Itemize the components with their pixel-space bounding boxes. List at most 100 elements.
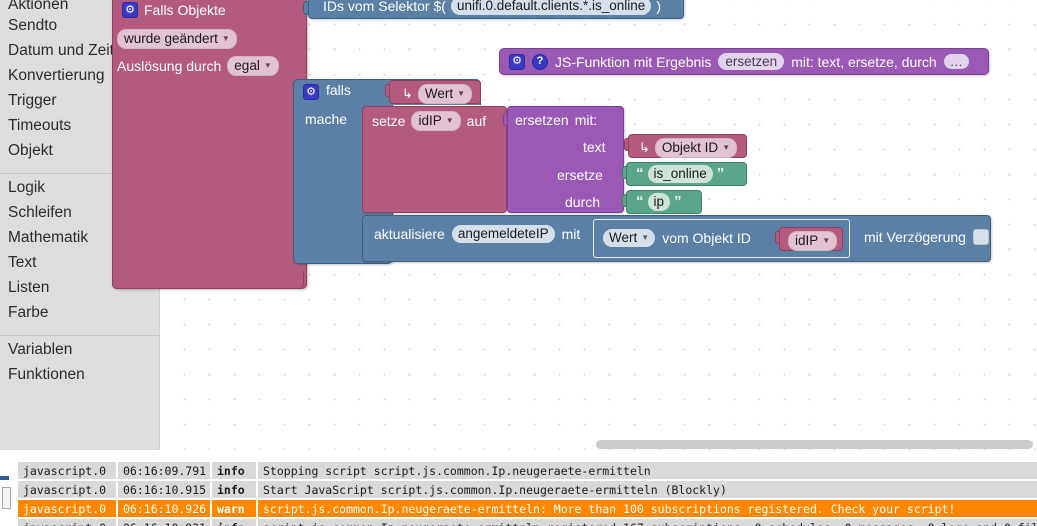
jsfunc-more-button[interactable]: …	[943, 54, 969, 69]
log-source: javascript.0	[18, 519, 116, 526]
blockly-editor-window: Aktionen Sendto Datum und Zeit Konvertie…	[0, 0, 1037, 526]
quote-open-icon: “	[636, 165, 644, 182]
gear-icon[interactable]: ⚙	[122, 2, 138, 18]
gear-icon[interactable]: ⚙	[509, 53, 525, 70]
ersetzen-arg-durch-label: durch	[565, 194, 601, 210]
idip-dropdown[interactable]: idIP ▼	[788, 231, 838, 251]
trigger-change-dropdown[interactable]: wurde geändert ▼	[117, 29, 237, 49]
wert-from-label: vom Objekt ID	[662, 230, 751, 246]
block-wert-condition[interactable]: ↳ Wert ▼	[389, 80, 481, 104]
wert-vom-objekt-row: Wert ▼ vom Objekt ID	[603, 229, 751, 247]
table-row[interactable]: javascript.0 06:16:09.791 info Stopping …	[18, 462, 1037, 481]
table-row[interactable]: javascript.0 06:16:10.915 info Start Jav…	[18, 481, 1037, 500]
chevron-down-icon: ▼	[822, 236, 831, 245]
gear-icon[interactable]: ⚙	[303, 84, 319, 100]
objekt-id-value: Objekt ID	[661, 140, 719, 155]
setze-to-label: auf	[466, 113, 487, 129]
toolbox-separator-2	[0, 325, 159, 336]
aktualisiere-target-text: angemeldeteIP	[457, 226, 549, 241]
chevron-down-icon: ▼	[445, 116, 454, 125]
idip-value: idIP	[795, 233, 819, 248]
toolbox-item-funktionen[interactable]: Funktionen	[0, 362, 159, 387]
return-arrow-icon: ↳	[402, 86, 413, 101]
trigger-cause-dropdown-value: egal	[234, 58, 260, 73]
log-time: 06:16:10.915	[118, 481, 210, 498]
quote-close-icon: ”	[716, 165, 725, 182]
log-source: javascript.0	[18, 462, 116, 479]
setze-row: setze idIP ▼ auf	[372, 111, 486, 131]
log-source: javascript.0	[18, 500, 116, 517]
aktualisiere-with-label: mit	[561, 226, 581, 242]
log-resize-handle[interactable]	[2, 487, 11, 509]
ip-text: ip	[653, 194, 665, 209]
block-ids-vom-selektor[interactable]: IDs vom Selektor $( unifi.0.default.clie…	[308, 0, 684, 19]
objekt-id-content: ↳ Objekt ID ▼	[639, 138, 738, 158]
is-online-text: is_online	[653, 166, 707, 181]
ersetzen-arg-text-label: text	[583, 139, 606, 155]
table-row[interactable]: javascript.0 06:16:10.931 info script.js…	[18, 519, 1037, 526]
toolbox-item-variablen[interactable]: Variablen	[0, 337, 159, 362]
delay-checkbox[interactable]	[972, 229, 989, 245]
selector-prefix-label: IDs vom Selektor $(	[323, 0, 446, 14]
setze-variable-value: idIP	[418, 113, 442, 128]
block-text-ip[interactable]: “ ip ”	[626, 190, 702, 214]
selector-value-text: unifi.0.default.clients.*.is_online	[456, 0, 646, 13]
ip-content: “ ip ”	[636, 193, 682, 211]
trigger-cause-dropdown[interactable]: egal ▼	[227, 56, 279, 76]
chevron-down-icon: ▼	[457, 89, 466, 98]
log-level: info	[212, 519, 256, 526]
block-variable-idip[interactable]: idIP ▼	[779, 227, 843, 251]
block-text-is-online[interactable]: “ is_online ”	[626, 162, 747, 186]
jsfunc-label: JS-Funktion mit Ergebnis	[555, 53, 712, 70]
log-time: 06:16:10.926	[118, 500, 210, 517]
block-falls-objekte-foot	[112, 271, 304, 289]
trigger-change-dropdown-field[interactable]: wurde geändert ▼	[117, 29, 237, 49]
selector-value-field[interactable]: unifi.0.default.clients.*.is_online	[450, 0, 652, 15]
chevron-down-icon: ▼	[722, 143, 731, 152]
wert-kind-value: Wert	[609, 230, 638, 245]
delay-label: mit Verzögerung	[864, 229, 966, 245]
block-falls-objekte-title: Falls Objekte	[144, 2, 226, 18]
wert-content: ↳ Wert ▼	[402, 84, 473, 104]
trigger-cause-row: Auslösung durch egal ▼	[117, 56, 279, 76]
aktualisiere-label: aktualisiere	[374, 226, 445, 242]
jsfunc-name-text: ersetzen	[725, 54, 778, 69]
jsfunc-params-label: mit: text, ersetze, durch	[791, 53, 937, 70]
help-icon[interactable]: ?	[532, 53, 548, 70]
ersetzen-header: ersetzen mit:	[515, 112, 597, 128]
idip-content: idIP ▼	[788, 231, 838, 251]
vertical-scrollbar-indicator[interactable]	[0, 476, 9, 480]
return-arrow-icon: ↳	[639, 140, 650, 155]
log-time: 06:16:10.931	[118, 519, 210, 526]
trigger-change-dropdown-value: wurde geändert	[124, 31, 218, 46]
log-source: javascript.0	[18, 481, 116, 498]
block-objekt-id[interactable]: ↳ Objekt ID ▼	[628, 134, 747, 158]
ip-text-field[interactable]: ip	[647, 193, 671, 211]
log-level: info	[212, 462, 256, 479]
if-block-label: falls	[326, 82, 351, 98]
jsfunc-name-field[interactable]: ersetzen	[718, 53, 785, 70]
objekt-id-dropdown[interactable]: Objekt ID ▼	[654, 138, 738, 158]
block-js-funktion-mit-ergebnis[interactable]: ⚙ ? JS-Funktion mit Ergebnis ersetzen mi…	[499, 48, 989, 75]
log-message: script.js.common.Ip.neugeraete-ermitteln…	[258, 500, 1037, 517]
log-message: Stopping script script.js.common.Ip.neug…	[258, 462, 1037, 479]
setze-variable-dropdown[interactable]: idIP ▼	[411, 111, 461, 131]
table-row[interactable]: javascript.0 06:16:10.926 warn script.js…	[18, 500, 1037, 519]
log-level: info	[212, 481, 256, 498]
wert-kind-dropdown[interactable]: Wert ▼	[603, 229, 656, 247]
log-message: script.js.common.Ip.neugeraete-ermitteln…	[258, 519, 1037, 526]
aktualisiere-target-field[interactable]: angemeldeteIP	[451, 225, 555, 243]
workspace-horizontal-scrollbar-thumb[interactable]	[596, 440, 1033, 449]
log-message: Start JavaScript script.js.common.Ip.neu…	[258, 481, 1037, 498]
ersetzen-with-label: mit:	[574, 112, 598, 128]
wert-dropdown[interactable]: Wert ▼	[417, 84, 473, 104]
block-falls-objekte-header: ⚙ Falls Objekte	[122, 2, 226, 18]
is-online-text-field[interactable]: is_online	[647, 165, 713, 183]
toolbox-item-farbe[interactable]: Farbe	[0, 300, 159, 325]
ersetzen-title: ersetzen	[515, 112, 569, 128]
trigger-cause-label: Auslösung durch	[117, 58, 222, 74]
selector-block-content: IDs vom Selektor $( unifi.0.default.clie…	[323, 0, 661, 15]
quote-open-icon: “	[636, 193, 644, 210]
jsfunc-more-text: …	[949, 54, 963, 69]
is-online-content: “ is_online ”	[636, 165, 724, 183]
